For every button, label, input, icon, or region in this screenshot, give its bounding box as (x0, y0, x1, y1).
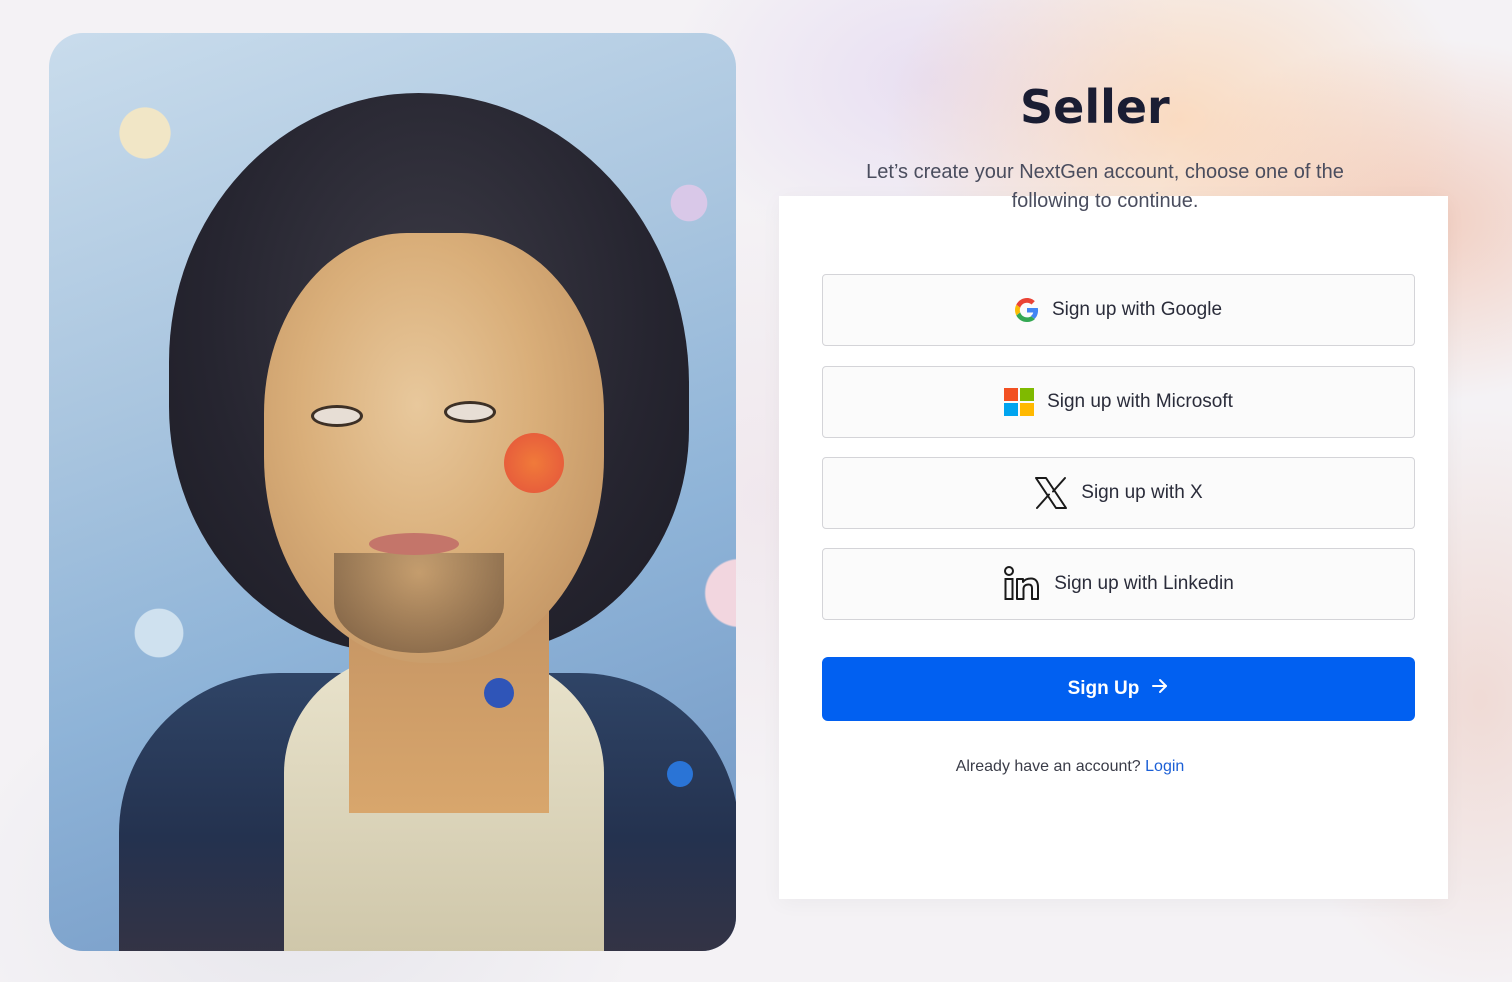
portrait-artwork (49, 33, 736, 951)
login-prompt-text: Already have an account? (955, 758, 1141, 775)
linkedin-icon (1003, 565, 1041, 603)
artwork-mouth (369, 533, 459, 555)
page-title: Seller (1020, 80, 1170, 134)
google-signup-label: Sign up with Google (1051, 299, 1223, 320)
x-signup-button[interactable]: Sign up with X (822, 457, 1415, 529)
linkedin-signup-button[interactable]: Sign up with Linkedin (822, 548, 1415, 620)
page-subtitle: Let’s create your NextGen account, choos… (866, 161, 1344, 212)
login-prompt: Already have an account? Login (822, 758, 1318, 776)
artwork-dot (484, 678, 514, 708)
google-icon (1014, 298, 1039, 322)
artwork-eye-left (311, 405, 363, 427)
artwork-dot (667, 761, 693, 787)
sign-up-button[interactable]: Sign Up (822, 657, 1415, 721)
microsoft-signup-label: Sign up with Microsoft (1047, 391, 1233, 412)
sign-up-label: Sign Up (1067, 678, 1140, 699)
artwork-eye-right (444, 401, 496, 423)
artwork-beard (334, 553, 504, 653)
microsoft-signup-button[interactable]: Sign up with Microsoft (822, 366, 1415, 438)
google-signup-button[interactable]: Sign up with Google (822, 274, 1415, 346)
x-icon (1034, 476, 1068, 510)
x-signup-label: Sign up with X (1081, 482, 1203, 503)
artwork-paint-splash (504, 433, 564, 493)
linkedin-signup-label: Sign up with Linkedin (1054, 573, 1234, 594)
microsoft-icon (1004, 388, 1035, 416)
arrow-right-icon (1151, 678, 1169, 700)
login-link[interactable]: Login (1145, 758, 1184, 775)
